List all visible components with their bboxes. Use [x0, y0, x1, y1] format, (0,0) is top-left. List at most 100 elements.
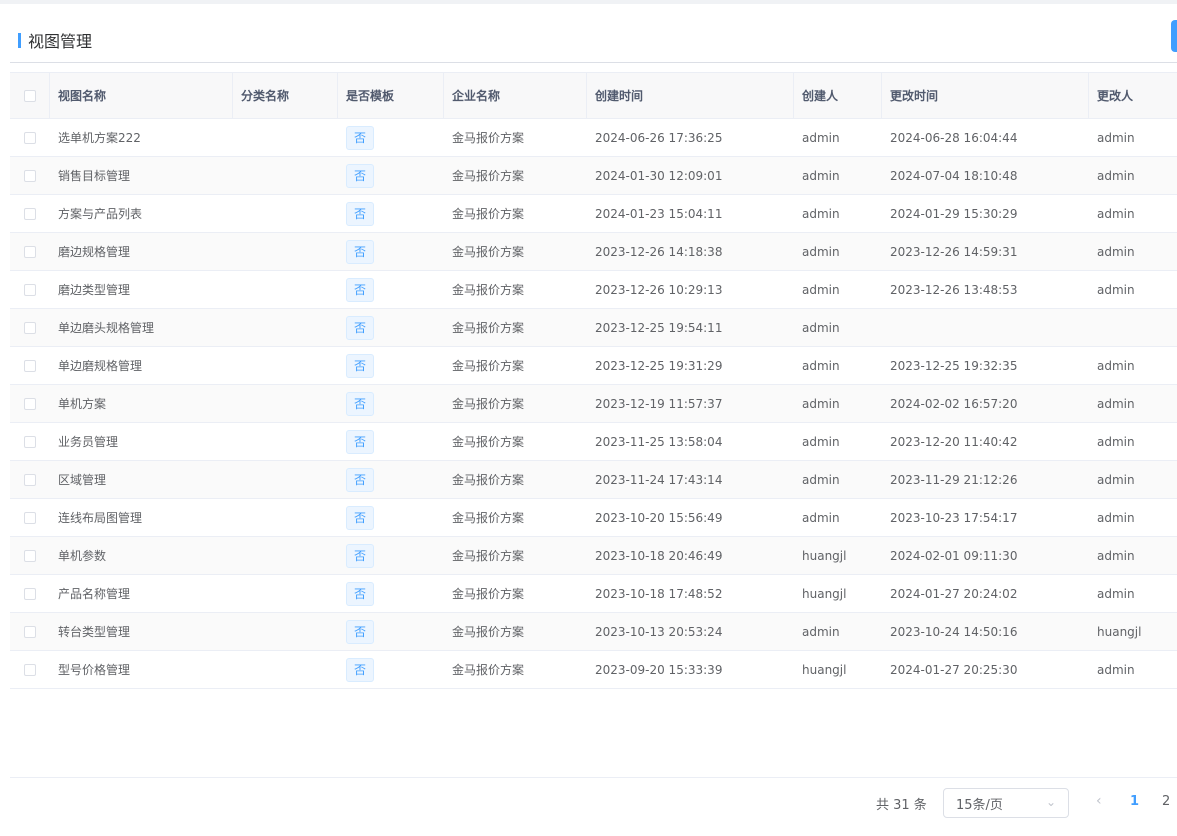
row-checkbox[interactable] — [24, 511, 36, 524]
page-button-2[interactable]: 2 — [1162, 794, 1170, 809]
row-select-cell — [10, 537, 50, 574]
row-select-cell — [10, 575, 50, 612]
cell-category — [233, 461, 338, 498]
cell-category — [233, 119, 338, 156]
template-tag: 否 — [346, 429, 375, 454]
cell-updater: admin — [1097, 168, 1135, 183]
template-tag: 否 — [346, 125, 375, 150]
cell-category — [233, 157, 338, 194]
cell-company: 金马报价方案 — [452, 131, 525, 145]
column-header-category[interactable]: 分类名称 — [233, 73, 338, 118]
column-header-creator[interactable]: 创建人 — [794, 73, 882, 118]
table-row[interactable]: 产品名称管理 否 金马报价方案 2023-10-18 17:48:52 huangjl 2… — [10, 575, 1177, 613]
row-checkbox[interactable] — [24, 587, 36, 600]
template-tag: 否 — [346, 505, 375, 530]
cell-updated-time: 2024-01-27 20:25:30 — [890, 662, 1018, 677]
row-checkbox[interactable] — [24, 435, 36, 448]
cell-view-name: 单机参数 — [58, 549, 107, 563]
template-tag: 否 — [346, 201, 375, 226]
select-all-checkbox[interactable] — [23, 89, 36, 102]
table-row[interactable]: 型号价格管理 否 金马报价方案 2023-09-20 15:33:39 huangjl 2… — [10, 651, 1177, 689]
cell-category — [233, 499, 338, 536]
cell-created-time: 2023-12-26 10:29:13 — [595, 282, 723, 297]
cell-view-name: 业务员管理 — [58, 435, 119, 449]
table-row[interactable]: 业务员管理 否 金马报价方案 2023-11-25 13:58:04 admin 2023… — [10, 423, 1177, 461]
table-row[interactable]: 连线布局图管理 否 金马报价方案 2023-10-20 15:56:49 admin 20… — [10, 499, 1177, 537]
cell-updated-time: 2023-10-23 17:54:17 — [890, 510, 1018, 525]
cell-company: 金马报价方案 — [452, 625, 525, 639]
cell-creator: admin — [802, 244, 840, 259]
cell-updater: huangjl — [1097, 624, 1142, 639]
row-checkbox[interactable] — [24, 473, 36, 486]
cell-creator: admin — [802, 130, 840, 145]
cell-category — [233, 347, 338, 384]
row-checkbox[interactable] — [24, 283, 36, 296]
column-header-view-name[interactable]: 视图名称 — [50, 73, 233, 118]
cell-category — [233, 537, 338, 574]
cell-category — [233, 575, 338, 612]
row-select-cell — [10, 347, 50, 384]
toolbar-action-button[interactable] — [1171, 20, 1177, 52]
cell-view-name: 磨边规格管理 — [58, 245, 131, 259]
pagination: 共 31 条 15条/页 ⌄ ‹ 1 2 — [0, 785, 1177, 821]
cell-company: 金马报价方案 — [452, 549, 525, 563]
cell-created-time: 2023-10-13 20:53:24 — [595, 624, 723, 639]
cell-is-template: 否 — [338, 575, 444, 612]
row-checkbox[interactable] — [24, 321, 36, 334]
cell-view-name: 型号价格管理 — [58, 663, 131, 677]
cell-category — [233, 195, 338, 232]
row-checkbox[interactable] — [24, 207, 36, 220]
row-checkbox[interactable] — [24, 245, 36, 258]
table-row[interactable]: 单机参数 否 金马报价方案 2023-10-18 20:46:49 huangjl 202… — [10, 537, 1177, 575]
table-row[interactable]: 方案与产品列表 否 金马报价方案 2024-01-23 15:04:11 admin 20… — [10, 195, 1177, 233]
column-header-created-time[interactable]: 创建时间 — [587, 73, 794, 118]
row-select-cell — [10, 119, 50, 156]
table-row[interactable]: 选单机方案222 否 金马报价方案 2024-06-26 17:36:25 admin 2… — [10, 119, 1177, 157]
cell-created-time: 2023-12-25 19:31:29 — [595, 358, 723, 373]
cell-created-time: 2023-10-18 20:46:49 — [595, 548, 723, 563]
row-checkbox[interactable] — [24, 169, 36, 182]
cell-is-template: 否 — [338, 195, 444, 232]
row-checkbox[interactable] — [24, 549, 36, 562]
cell-updated-time: 2024-02-02 16:57:20 — [890, 396, 1018, 411]
table-row[interactable]: 单边磨头规格管理 否 金马报价方案 2023-12-25 19:54:11 admin — [10, 309, 1177, 347]
table-row[interactable]: 区域管理 否 金马报价方案 2023-11-24 17:43:14 admin 2023-… — [10, 461, 1177, 499]
row-checkbox[interactable] — [24, 397, 36, 410]
table-row[interactable]: 磨边类型管理 否 金马报价方案 2023-12-26 10:29:13 admin 202… — [10, 271, 1177, 309]
table-row[interactable]: 单机方案 否 金马报价方案 2023-12-19 11:57:37 admin 2024-… — [10, 385, 1177, 423]
cell-view-name: 选单机方案222 — [58, 131, 141, 145]
column-header-company[interactable]: 企业名称 — [444, 73, 587, 118]
table-row[interactable]: 销售目标管理 否 金马报价方案 2024-01-30 12:09:01 admin 202… — [10, 157, 1177, 195]
column-header-is-template[interactable]: 是否模板 — [338, 73, 444, 118]
table-row[interactable]: 磨边规格管理 否 金马报价方案 2023-12-26 14:18:38 admin 202… — [10, 233, 1177, 271]
cell-created-time: 2023-12-25 19:54:11 — [595, 320, 723, 335]
table-row[interactable]: 单边磨规格管理 否 金马报价方案 2023-12-25 19:31:29 admin 20… — [10, 347, 1177, 385]
row-checkbox[interactable] — [24, 359, 36, 372]
page-size-select[interactable]: 15条/页 ⌄ — [943, 788, 1069, 818]
cell-created-time: 2023-09-20 15:33:39 — [595, 662, 723, 677]
template-tag: 否 — [346, 277, 375, 302]
row-select-cell — [10, 423, 50, 460]
chevron-left-icon[interactable]: ‹ — [1096, 793, 1102, 809]
row-select-cell — [10, 309, 50, 346]
row-checkbox[interactable] — [24, 663, 36, 676]
cell-creator: admin — [802, 472, 840, 487]
table-row[interactable]: 转台类型管理 否 金马报价方案 2023-10-13 20:53:24 admin 202… — [10, 613, 1177, 651]
row-checkbox[interactable] — [24, 625, 36, 638]
row-select-cell — [10, 271, 50, 308]
cell-company: 金马报价方案 — [452, 359, 525, 373]
page-button-1[interactable]: 1 — [1130, 794, 1139, 809]
template-tag: 否 — [346, 543, 375, 568]
cell-updater: admin — [1097, 282, 1135, 297]
cell-updater: admin — [1097, 434, 1135, 449]
column-header-updated-time[interactable]: 更改时间 — [882, 73, 1089, 118]
column-header-updater[interactable]: 更改人 — [1089, 73, 1177, 118]
cell-created-time: 2024-06-26 17:36:25 — [595, 130, 723, 145]
cell-updater: admin — [1097, 396, 1135, 411]
cell-view-name: 转台类型管理 — [58, 625, 131, 639]
cell-updated-time: 2023-11-29 21:12:26 — [890, 472, 1018, 487]
cell-view-name: 单边磨头规格管理 — [58, 321, 155, 335]
cell-updater: admin — [1097, 586, 1135, 601]
row-checkbox[interactable] — [24, 131, 36, 144]
cell-is-template: 否 — [338, 651, 444, 688]
